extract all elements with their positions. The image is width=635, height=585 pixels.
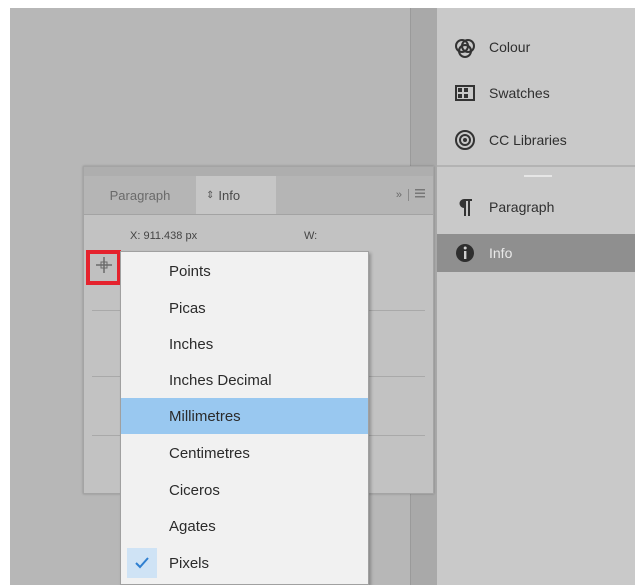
panel-tab-bar: Paragraph ⇕ Info: [84, 176, 433, 215]
dock-item-label: Paragraph: [489, 199, 555, 215]
units-dropdown-menu: Points Picas Inches Inches Decimal Milli…: [120, 251, 369, 585]
cc-libraries-icon: [454, 129, 476, 151]
checkmark-icon: [127, 548, 157, 578]
menu-item-label: Points: [169, 262, 211, 280]
dock-item-colour[interactable]: Colour: [437, 28, 635, 66]
menu-item-agates[interactable]: Agates: [121, 508, 368, 544]
units-crosshair-button[interactable]: [86, 250, 121, 285]
menu-item-millimetres[interactable]: Millimetres: [121, 398, 368, 434]
right-panel-dock: Colour Swatches CC Libraries Paragraph I…: [437, 8, 635, 585]
menu-item-label: Inches Decimal: [169, 371, 272, 389]
panel-menu-icon[interactable]: [415, 189, 425, 201]
menu-item-inches-decimal[interactable]: Inches Decimal: [121, 362, 368, 398]
menu-item-label: Inches: [169, 335, 214, 353]
menu-item-label: Agates: [169, 517, 216, 535]
panel-grip[interactable]: [524, 175, 552, 177]
menu-item-label: Millimetres: [169, 407, 241, 425]
panel-title-bar[interactable]: [84, 167, 433, 176]
crosshair-icon: [95, 256, 113, 279]
width-label: W:: [304, 230, 318, 242]
menu-item-label: Pixels: [169, 554, 210, 572]
swatches-icon: [454, 82, 476, 104]
dock-item-label: Info: [489, 245, 513, 261]
menu-item-label: Centimetres: [169, 444, 250, 462]
menu-item-label: Picas: [169, 299, 206, 317]
tab-info[interactable]: ⇕ Info: [196, 176, 276, 214]
tab-paragraph[interactable]: Paragraph: [84, 176, 196, 214]
menu-item-ciceros[interactable]: Ciceros: [121, 472, 368, 508]
menu-item-picas[interactable]: Picas: [121, 290, 368, 326]
expand-icon[interactable]: »: [396, 189, 402, 201]
panel-controls: »: [396, 176, 425, 214]
dock-item-label: CC Libraries: [489, 132, 567, 148]
menu-item-points[interactable]: Points: [121, 253, 368, 289]
menu-item-label: Ciceros: [169, 481, 220, 499]
dock-separator: [437, 165, 635, 167]
menu-item-inches[interactable]: Inches: [121, 326, 368, 362]
separator: [408, 189, 409, 201]
x-coordinate-readout: X: 911.438 px: [130, 230, 198, 242]
dock-item-swatches[interactable]: Swatches: [437, 74, 635, 112]
dock-item-info[interactable]: Info: [437, 234, 635, 272]
menu-item-pixels[interactable]: Pixels: [121, 545, 368, 581]
dock-item-label: Swatches: [489, 85, 550, 101]
tab-label: Paragraph: [109, 187, 171, 203]
pilcrow-icon: [454, 196, 476, 218]
dock-item-label: Colour: [489, 39, 531, 55]
tab-label: Info: [218, 187, 241, 203]
dock-item-cc-libraries[interactable]: CC Libraries: [437, 121, 635, 159]
dock-item-paragraph[interactable]: Paragraph: [437, 188, 635, 226]
updown-icon: ⇕: [206, 189, 215, 201]
menu-item-centimetres[interactable]: Centimetres: [121, 435, 368, 471]
colour-icon: [454, 36, 476, 58]
info-icon: [454, 242, 476, 264]
